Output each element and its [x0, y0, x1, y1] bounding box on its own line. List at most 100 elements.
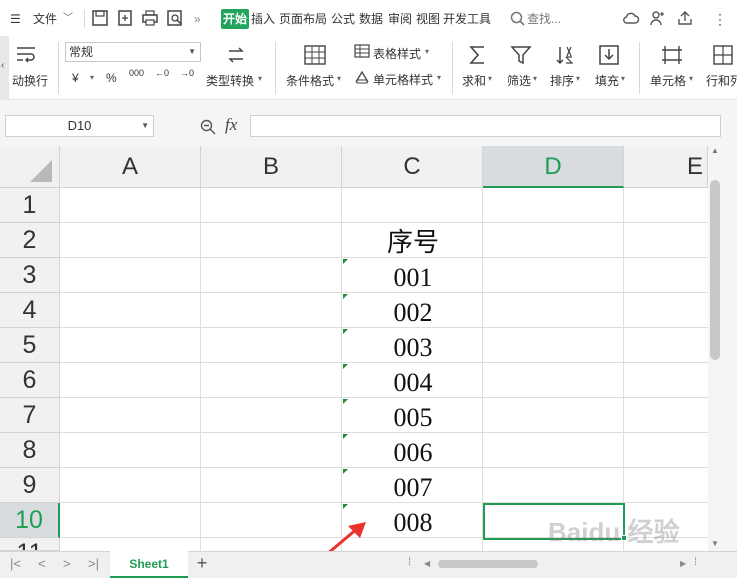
- split-handle-icon[interactable]: ⁞: [408, 556, 411, 568]
- wrap-text-icon[interactable]: [14, 44, 38, 66]
- add-sheet-button[interactable]: +: [192, 553, 212, 573]
- tab-start[interactable]: 开始: [221, 9, 250, 29]
- sort-button[interactable]: 排序: [550, 72, 574, 89]
- fill-button[interactable]: 填充: [595, 72, 619, 89]
- row-header-7[interactable]: 7: [0, 398, 60, 433]
- next-sheet-icon[interactable]: >: [63, 556, 71, 571]
- first-sheet-icon[interactable]: |<: [10, 556, 21, 571]
- cloud-sync-icon[interactable]: [622, 9, 640, 27]
- tab-view[interactable]: 视图: [416, 9, 440, 29]
- chevron-down-icon[interactable]: ▾: [488, 74, 492, 83]
- print-preview-icon[interactable]: [166, 9, 184, 27]
- row-header-1[interactable]: 1: [0, 188, 60, 223]
- row-header-5[interactable]: 5: [0, 328, 60, 363]
- cell-icon[interactable]: [660, 44, 684, 66]
- hamburger-menu-icon[interactable]: ☰: [10, 9, 21, 29]
- tab-formula[interactable]: 公式: [331, 9, 355, 29]
- cell-style-icon[interactable]: [354, 70, 370, 84]
- cell-c4[interactable]: 002: [343, 295, 483, 330]
- decrease-decimal-button[interactable]: →0: [180, 68, 194, 78]
- chevron-down-icon[interactable]: ▾: [425, 47, 429, 56]
- file-menu[interactable]: 文件: [33, 9, 57, 29]
- cell-c6[interactable]: 004: [343, 365, 483, 400]
- chevron-down-icon[interactable]: ▾: [90, 73, 94, 82]
- thousands-separator-button[interactable]: 000: [129, 68, 144, 78]
- number-format-select[interactable]: 常规 ▼: [65, 42, 201, 62]
- conditional-format-button[interactable]: 条件格式: [286, 72, 334, 89]
- row-header-11[interactable]: 11: [0, 538, 60, 551]
- column-header-c[interactable]: C: [342, 146, 483, 188]
- row-header-6[interactable]: 6: [0, 363, 60, 398]
- tab-insert[interactable]: 插入: [251, 9, 275, 29]
- row-header-8[interactable]: 8: [0, 433, 60, 468]
- row-header-3[interactable]: 3: [0, 258, 60, 293]
- column-header-d[interactable]: D: [483, 146, 624, 188]
- column-header-b[interactable]: B: [201, 146, 342, 188]
- wrap-text-button[interactable]: 动换行: [12, 72, 48, 89]
- more-options-icon[interactable]: ⋮: [713, 9, 727, 29]
- chevron-down-icon[interactable]: ▾: [258, 74, 262, 83]
- tab-review[interactable]: 审阅: [388, 9, 412, 29]
- percent-format-button[interactable]: %: [106, 71, 117, 85]
- cell-c8[interactable]: 006: [343, 435, 483, 470]
- conditional-format-icon[interactable]: [303, 44, 327, 66]
- cell-c9[interactable]: 007: [343, 470, 483, 505]
- tab-data[interactable]: 数据: [359, 9, 383, 29]
- collaborate-icon[interactable]: [648, 9, 666, 27]
- chevron-down-icon[interactable]: ▾: [621, 74, 625, 83]
- row-column-icon[interactable]: [712, 44, 734, 66]
- scroll-up-icon[interactable]: ▲: [711, 146, 719, 155]
- row-header-9[interactable]: 9: [0, 468, 60, 503]
- split-handle-icon[interactable]: ⁞: [694, 556, 697, 568]
- table-style-button[interactable]: 表格样式: [373, 45, 421, 62]
- export-pdf-icon[interactable]: [116, 9, 134, 27]
- column-header-e[interactable]: E: [624, 146, 708, 188]
- tab-page-layout[interactable]: 页面布局: [279, 9, 327, 29]
- chevron-down-icon[interactable]: ﹀: [63, 9, 73, 29]
- row-header-4[interactable]: 4: [0, 293, 60, 328]
- cell-c2[interactable]: 序号: [343, 225, 483, 260]
- cell-c3[interactable]: 001: [343, 260, 483, 295]
- increase-decimal-button[interactable]: ←0: [155, 68, 169, 78]
- tab-developer[interactable]: 开发工具: [443, 9, 491, 29]
- type-convert-icon[interactable]: [224, 44, 248, 66]
- row-column-button[interactable]: 行和列: [706, 72, 737, 89]
- zoom-icon[interactable]: [199, 118, 217, 136]
- prev-sheet-icon[interactable]: <: [38, 556, 46, 571]
- cell-c7[interactable]: 005: [343, 400, 483, 435]
- sheet-tab-sheet1[interactable]: Sheet1: [110, 551, 188, 578]
- fill-icon[interactable]: [598, 44, 620, 66]
- chevron-down-icon[interactable]: ▾: [437, 73, 441, 82]
- filter-icon[interactable]: [510, 44, 532, 66]
- currency-format-button[interactable]: ¥: [72, 71, 79, 85]
- search-icon[interactable]: [509, 10, 527, 28]
- print-icon[interactable]: [141, 9, 159, 27]
- cell-c5[interactable]: 003: [343, 330, 483, 365]
- scroll-left-icon[interactable]: ◀: [424, 559, 430, 568]
- table-style-icon[interactable]: [354, 44, 370, 58]
- chevron-down-icon[interactable]: ▾: [533, 74, 537, 83]
- type-convert-button[interactable]: 类型转换: [206, 72, 254, 89]
- row-header-10[interactable]: 10: [0, 503, 60, 538]
- sum-icon[interactable]: [467, 44, 489, 66]
- share-icon[interactable]: [676, 9, 694, 27]
- name-box[interactable]: D10 ▼: [5, 115, 154, 137]
- fx-button[interactable]: fx: [225, 115, 237, 135]
- ribbon-scroll-left[interactable]: ‹: [0, 36, 9, 100]
- row-header-2[interactable]: 2: [0, 223, 60, 258]
- chevron-down-icon[interactable]: ▾: [337, 74, 341, 83]
- cell-style-button[interactable]: 单元格样式: [373, 71, 433, 88]
- sort-icon[interactable]: [554, 44, 576, 66]
- cell-grid[interactable]: 序号 001 002 003 004 005 006 007 008: [60, 188, 708, 551]
- chevron-left-icon[interactable]: ‹: [1, 60, 4, 71]
- more-tools-icon[interactable]: »: [194, 9, 201, 29]
- filter-button[interactable]: 筛选: [507, 72, 531, 89]
- scroll-right-icon[interactable]: ▶: [680, 559, 686, 568]
- chevron-down-icon[interactable]: ▾: [689, 74, 693, 83]
- select-all-corner[interactable]: [0, 146, 60, 188]
- chevron-down-icon[interactable]: ▾: [576, 74, 580, 83]
- search-box[interactable]: 查找...: [527, 9, 561, 29]
- column-header-a[interactable]: A: [60, 146, 201, 188]
- sum-button[interactable]: 求和: [462, 72, 486, 89]
- save-icon[interactable]: [91, 9, 109, 27]
